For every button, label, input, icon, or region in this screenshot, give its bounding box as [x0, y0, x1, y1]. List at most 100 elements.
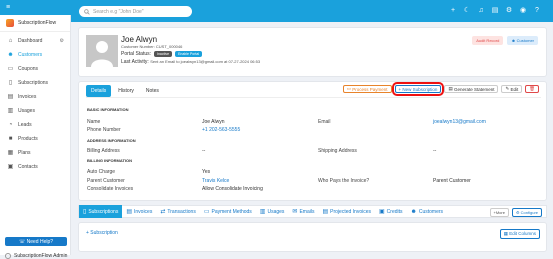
- billing-address-label: Billing Address: [87, 148, 120, 154]
- sidebar-item-dashboard[interactable]: ⌂ Dashboard ⚙: [0, 34, 70, 48]
- related-tabs: ▯ Subscriptions ▤ Invoices ⇄ Transactions ▭…: [78, 205, 547, 218]
- tab-emails[interactable]: ✉ Emails: [288, 205, 318, 218]
- name-label: Name: [87, 119, 101, 125]
- tab-customers[interactable]: ☻ Customers: [407, 205, 448, 218]
- invoice-icon: ▤: [7, 93, 14, 100]
- tab-subscriptions[interactable]: ▯ Subscriptions: [79, 205, 123, 218]
- help-icon: ☏: [18, 238, 27, 245]
- tab-payment-methods[interactable]: ▭ Payment Methods: [200, 205, 256, 218]
- configure-button[interactable]: ⚙ Configure: [511, 208, 542, 217]
- customer-name: Joe Alwyn: [121, 35, 158, 44]
- document-icon: ▯: [8, 79, 13, 86]
- sidebar-item-products[interactable]: ■ Products: [0, 132, 70, 146]
- sidebar-item-label: Invoices: [18, 94, 37, 100]
- billing-address-value: --: [202, 148, 206, 154]
- parent-customer-value[interactable]: Travis Kelce: [202, 178, 229, 184]
- sidebar-item-label: Plans: [18, 150, 31, 156]
- process-payment-button[interactable]: ▭ Process Payment: [342, 85, 392, 93]
- sidebar-item-label: Contacts: [18, 164, 38, 170]
- delete-button[interactable]: 🗑: [525, 85, 539, 93]
- subscriptions-panel: + Subscription ▦ Edit Columns: [78, 222, 547, 252]
- tab-invoices[interactable]: ▤ Invoices: [122, 205, 156, 218]
- sidebar-item-plans[interactable]: ▦ Plans: [0, 146, 70, 160]
- phone-value[interactable]: +1 202-563-5555: [202, 127, 240, 133]
- sidebar-item-usages[interactable]: ▥ Usages: [0, 104, 70, 118]
- admin-profile[interactable]: SubscriptionFlow Admin: [5, 253, 67, 259]
- portal-status-badge: Inactive: [154, 51, 173, 57]
- chart-icon: ▥: [7, 107, 14, 114]
- who-pays-value: Parent Customer: [433, 178, 471, 184]
- tab-credits[interactable]: ▣ Credits: [375, 205, 407, 218]
- add-subscription-link[interactable]: + Subscription: [86, 230, 118, 236]
- shipping-address-value: --: [433, 148, 437, 154]
- credits-icon: ▣: [379, 209, 385, 215]
- sidebar-item-label: Products: [18, 136, 38, 142]
- projected-invoice-icon: ▤: [322, 209, 329, 215]
- moon-icon[interactable]: ☾: [463, 6, 471, 14]
- parent-customer-label: Parent Customer: [87, 178, 125, 184]
- search-input[interactable]: Search e.g "John Doe": [79, 6, 192, 17]
- section-billing-information: BILLING INFORMATION: [87, 158, 133, 163]
- tab-label: Credits: [386, 208, 403, 215]
- avatar: [5, 253, 11, 259]
- tab-transactions[interactable]: ⇄ Transactions: [156, 205, 199, 218]
- menu-icon[interactable]: ≡: [6, 4, 10, 11]
- sidebar: SubscriptionFlow ⌂ Dashboard ⚙ ☻ Customers …: [0, 15, 71, 259]
- tab-label: Subscriptions: [88, 208, 119, 215]
- box-icon: ■: [8, 135, 13, 142]
- auto-charge-value: Yes: [202, 169, 211, 175]
- tab-details[interactable]: Details: [86, 85, 112, 97]
- brand-logo[interactable]: SubscriptionFlow: [0, 15, 70, 32]
- new-subscription-button[interactable]: + New Subscription: [391, 82, 445, 96]
- sidebar-item-invoices[interactable]: ▤ Invoices: [0, 90, 70, 104]
- consolidate-invoices-label: Consolidate Invoices: [87, 186, 134, 192]
- bell-icon[interactable]: ♫: [477, 7, 485, 14]
- more-button[interactable]: +More: [489, 208, 509, 217]
- sidebar-item-leads[interactable]: ◔ Leads: [0, 118, 70, 132]
- edit-columns-button[interactable]: ▦ Edit Columns: [499, 229, 540, 239]
- tab-usages[interactable]: ▥ Usages: [256, 205, 289, 218]
- sidebar-item-contacts[interactable]: ▣ Contacts: [0, 160, 70, 174]
- last-activity-value: Sent an Email to joealwyn13@gmail.com at…: [150, 59, 261, 64]
- inbox-icon[interactable]: ▤: [491, 6, 499, 14]
- customer-badge: ☻ Customer: [507, 36, 538, 45]
- customer-profile-card: Joe Alwyn Customer Number: CUST_000046 P…: [78, 27, 547, 77]
- portal-status-label: Portal Status:: [121, 51, 152, 57]
- edit-label: Edit: [510, 86, 519, 92]
- audit-record-button[interactable]: Audit Record: [472, 36, 504, 45]
- subscriptions-icon: ▯: [83, 209, 87, 215]
- shipping-address-label: Shipping Address: [318, 148, 357, 154]
- search-icon: [84, 8, 90, 15]
- email-value[interactable]: joealwyn13@gmail.com: [433, 119, 486, 125]
- edit-button[interactable]: ✎ Edit: [501, 85, 523, 93]
- enable-portal-button[interactable]: Enable Portal: [175, 51, 203, 57]
- tab-label: Payment Methods: [211, 208, 252, 215]
- trash-icon: 🗑: [529, 86, 535, 91]
- plans-icon: ▦: [7, 149, 14, 156]
- sidebar-item-label: Customers: [18, 52, 43, 58]
- tab-projected-invoices[interactable]: ▤ Projected Invoices: [318, 205, 375, 218]
- customer-badge-label: Customer: [516, 38, 534, 43]
- auto-charge-label: Auto Charge: [87, 169, 116, 175]
- consolidate-invoices-value: Allow Consolidate Invoicing: [202, 186, 263, 192]
- gear-icon[interactable]: ⚙: [60, 38, 64, 44]
- apps-icon[interactable]: ◉: [519, 6, 527, 14]
- plus-icon[interactable]: +: [449, 7, 457, 14]
- tab-history[interactable]: History: [113, 85, 139, 97]
- tab-notes[interactable]: Notes: [141, 85, 164, 97]
- last-activity: Last Activity: Sent an Email to joealwyn…: [121, 59, 260, 65]
- leads-icon: ◔: [8, 121, 13, 128]
- settings-icon[interactable]: ⚙: [505, 6, 513, 14]
- sidebar-item-subscriptions[interactable]: ▯ Subscriptions: [0, 76, 70, 90]
- sidebar-item-customers[interactable]: ☻ Customers: [0, 48, 70, 62]
- help-icon[interactable]: ?: [533, 7, 541, 14]
- portal-status: Portal Status: Inactive Enable Portal: [121, 51, 203, 57]
- need-help-button[interactable]: ☏ Need Help?: [5, 237, 67, 246]
- generate-statement-button[interactable]: ▤ Generate Statement: [444, 85, 499, 93]
- sidebar-item-label: Leads: [18, 122, 32, 128]
- sidebar-item-coupons[interactable]: ▭ Coupons: [0, 62, 70, 76]
- section-basic-information: BASIC INFORMATION: [87, 107, 129, 112]
- tab-label: Invoices: [134, 208, 153, 215]
- transactions-icon: ⇄: [160, 209, 166, 215]
- home-icon: ⌂: [8, 37, 13, 44]
